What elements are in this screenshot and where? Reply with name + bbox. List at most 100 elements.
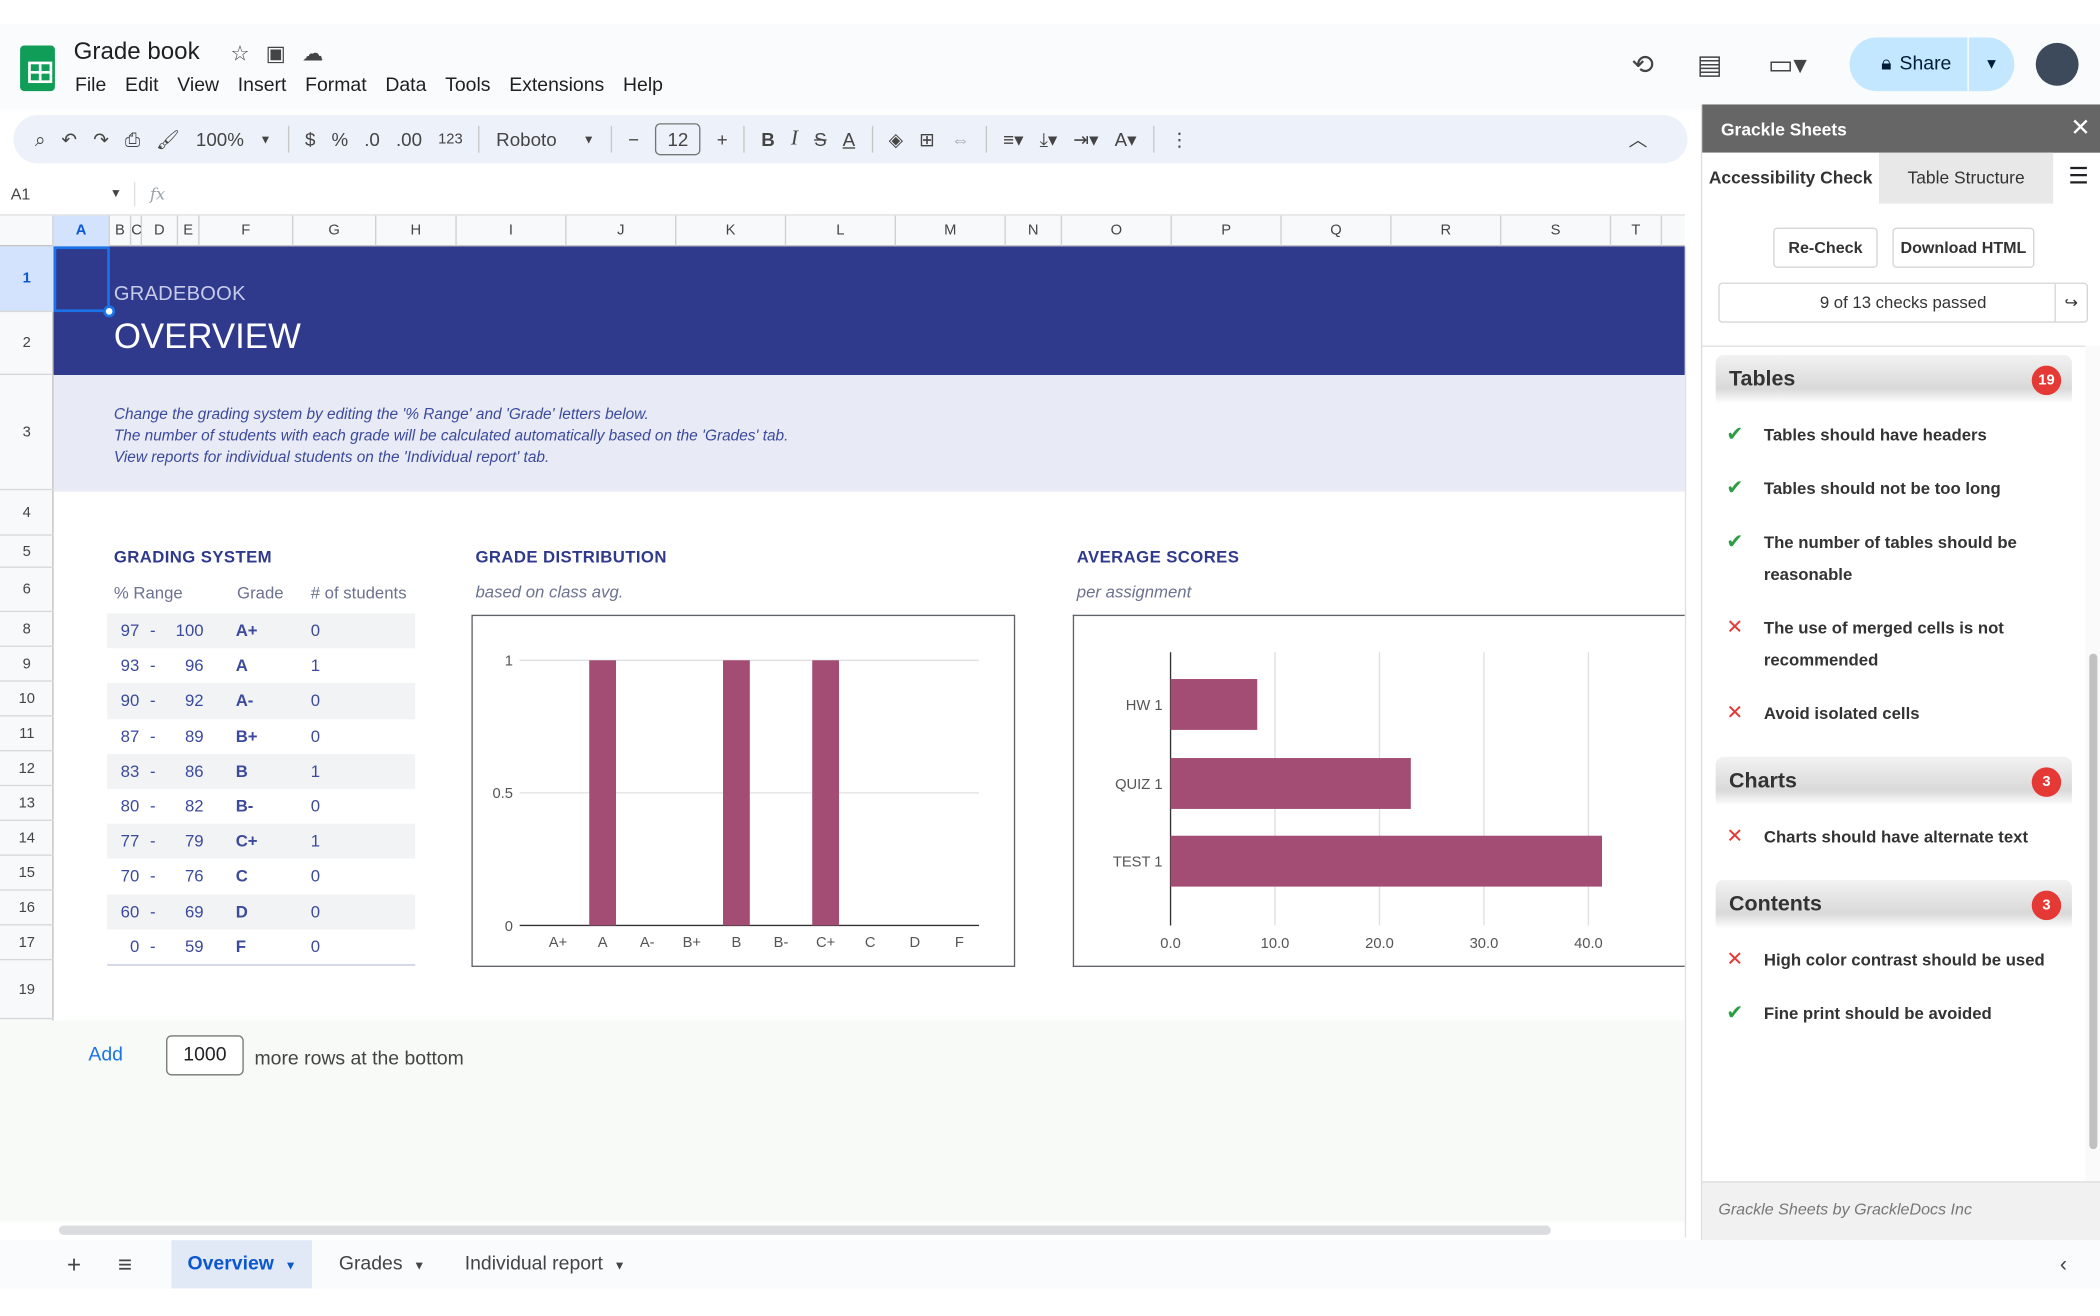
decrease-font-size-icon[interactable]: − xyxy=(628,129,639,150)
range-low[interactable]: 0 xyxy=(107,937,139,956)
fill-handle[interactable] xyxy=(103,305,116,318)
grade-letter[interactable]: B xyxy=(236,762,248,781)
grade-distribution-chart[interactable]: 0 0.5 1 A+ A A- B+ B B- C+ C D F xyxy=(471,614,1016,967)
all-sheets-icon[interactable]: ≡ xyxy=(118,1240,132,1288)
selected-cell[interactable] xyxy=(53,246,110,313)
column-header[interactable]: O xyxy=(1062,215,1172,248)
column-header[interactable]: L xyxy=(786,215,896,248)
student-count[interactable]: 1 xyxy=(311,762,320,781)
document-title[interactable]: Grade book xyxy=(74,38,200,66)
percent-format-button[interactable]: % xyxy=(331,129,348,150)
column-header[interactable]: K xyxy=(676,215,787,248)
grade-letter[interactable]: B- xyxy=(236,797,254,816)
version-history-icon[interactable]: ⟲ xyxy=(1627,48,1659,80)
column-header[interactable]: J xyxy=(567,215,677,248)
student-count[interactable]: 0 xyxy=(311,867,320,886)
undo-icon[interactable]: ↶ xyxy=(61,128,77,151)
comments-icon[interactable]: ▤ xyxy=(1694,48,1726,80)
decrease-decimal-button[interactable]: .0 xyxy=(364,129,380,150)
category-tables[interactable]: Tables 19 xyxy=(1715,354,2072,404)
column-header[interactable]: H xyxy=(376,215,457,248)
column-header[interactable]: A xyxy=(53,215,110,248)
row-header[interactable]: 8 xyxy=(0,612,54,647)
star-icon[interactable]: ☆ xyxy=(230,40,249,67)
column-header[interactable]: T xyxy=(1611,215,1663,248)
row-header[interactable]: 19 xyxy=(0,960,54,1020)
download-html-button[interactable]: Download HTML xyxy=(1892,227,2035,268)
font-select[interactable]: Roboto ▼ xyxy=(496,129,594,150)
grade-letter[interactable]: B+ xyxy=(236,727,258,746)
column-header[interactable]: B xyxy=(110,215,132,248)
student-count[interactable]: 0 xyxy=(311,692,320,711)
bold-button[interactable]: B xyxy=(761,129,775,150)
range-high[interactable]: 82 xyxy=(171,797,204,816)
increase-decimal-button[interactable]: .00 xyxy=(396,129,422,150)
sheets-logo-icon[interactable] xyxy=(20,45,55,92)
range-high[interactable]: 92 xyxy=(171,692,204,711)
print-icon[interactable]: ⎙ xyxy=(125,128,140,151)
recheck-button[interactable]: Re-Check xyxy=(1773,227,1878,268)
search-icon[interactable]: ⌕ xyxy=(35,128,46,151)
more-options-icon[interactable]: ⋮ xyxy=(1170,128,1189,151)
grade-letter[interactable]: A+ xyxy=(236,621,258,640)
column-header[interactable]: I xyxy=(457,215,567,248)
column-header[interactable]: C xyxy=(131,215,142,248)
range-low[interactable]: 97 xyxy=(107,621,140,640)
student-count[interactable]: 0 xyxy=(311,902,320,921)
column-header[interactable]: N xyxy=(1006,215,1063,248)
scrollbar-thumb[interactable] xyxy=(2089,653,2098,1150)
range-high[interactable]: 79 xyxy=(171,832,204,851)
grade-letter[interactable]: C+ xyxy=(236,832,258,851)
menu-item-file[interactable]: File xyxy=(75,75,106,96)
side-panel-toggle-icon[interactable]: ‹ xyxy=(2060,1254,2067,1278)
range-low[interactable]: 93 xyxy=(107,657,140,676)
column-header[interactable]: F xyxy=(200,215,294,248)
category-charts[interactable]: Charts 3 xyxy=(1715,756,2072,805)
range-high[interactable]: 86 xyxy=(171,762,204,781)
range-high[interactable]: 59 xyxy=(171,937,204,956)
horizontal-scrollbar[interactable] xyxy=(53,1221,1685,1238)
row-header[interactable]: 9 xyxy=(0,647,54,682)
row-header[interactable]: 14 xyxy=(0,821,54,856)
range-low[interactable]: 60 xyxy=(107,902,140,921)
scrollbar-thumb[interactable] xyxy=(58,1225,1551,1235)
row-header[interactable]: 17 xyxy=(0,925,54,961)
grade-letter[interactable]: F xyxy=(236,937,246,956)
range-high[interactable]: 96 xyxy=(171,657,204,676)
row-header[interactable]: 12 xyxy=(0,751,54,787)
student-count[interactable]: 1 xyxy=(311,832,320,851)
check-item[interactable]: ✕ Avoid isolated cells xyxy=(1702,687,2085,741)
grade-letter[interactable]: C xyxy=(236,867,248,886)
range-high[interactable]: 76 xyxy=(171,867,204,886)
range-low[interactable]: 83 xyxy=(107,762,140,781)
average-scores-chart[interactable]: 0.010.020.030.040.05HW 1QUIZ 1TEST 1 xyxy=(1072,614,1697,967)
text-color-button[interactable]: A xyxy=(843,129,856,150)
student-count[interactable]: 1 xyxy=(311,657,320,676)
range-low[interactable]: 77 xyxy=(107,832,140,851)
check-item[interactable]: ✕ High color contrast should be used xyxy=(1702,933,2085,987)
horizontal-align-icon[interactable]: ≡▾ xyxy=(1003,128,1023,151)
column-header[interactable]: S xyxy=(1501,215,1612,248)
row-header[interactable]: 2 xyxy=(0,312,54,376)
range-low[interactable]: 90 xyxy=(107,692,140,711)
row-header[interactable]: 3 xyxy=(0,375,54,491)
increase-font-size-icon[interactable]: + xyxy=(717,129,728,150)
menu-item-help[interactable]: Help xyxy=(623,75,663,96)
row-header[interactable]: 15 xyxy=(0,856,54,891)
currency-format-button[interactable]: $ xyxy=(305,129,315,150)
menu-item-view[interactable]: View xyxy=(177,75,219,96)
row-header[interactable]: 5 xyxy=(0,536,54,568)
tab-table-structure[interactable]: Table Structure xyxy=(1879,152,2054,204)
collapse-toolbar-icon[interactable]: ︿ xyxy=(1629,126,1648,153)
range-high[interactable]: 100 xyxy=(171,621,204,640)
range-low[interactable]: 87 xyxy=(107,727,140,746)
column-header[interactable]: Q xyxy=(1282,215,1392,248)
menu-item-edit[interactable]: Edit xyxy=(125,75,158,96)
student-count[interactable]: 0 xyxy=(311,727,320,746)
column-header[interactable]: D xyxy=(142,215,179,248)
fill-color-icon[interactable]: ◈ xyxy=(889,128,903,151)
font-size-input[interactable]: 12 xyxy=(655,123,701,156)
add-rows-button[interactable]: Add xyxy=(88,1045,123,1066)
share-arrow-icon[interactable]: ↪ xyxy=(2054,283,2086,322)
share-dropdown-icon[interactable]: ▼ xyxy=(1969,56,2015,72)
